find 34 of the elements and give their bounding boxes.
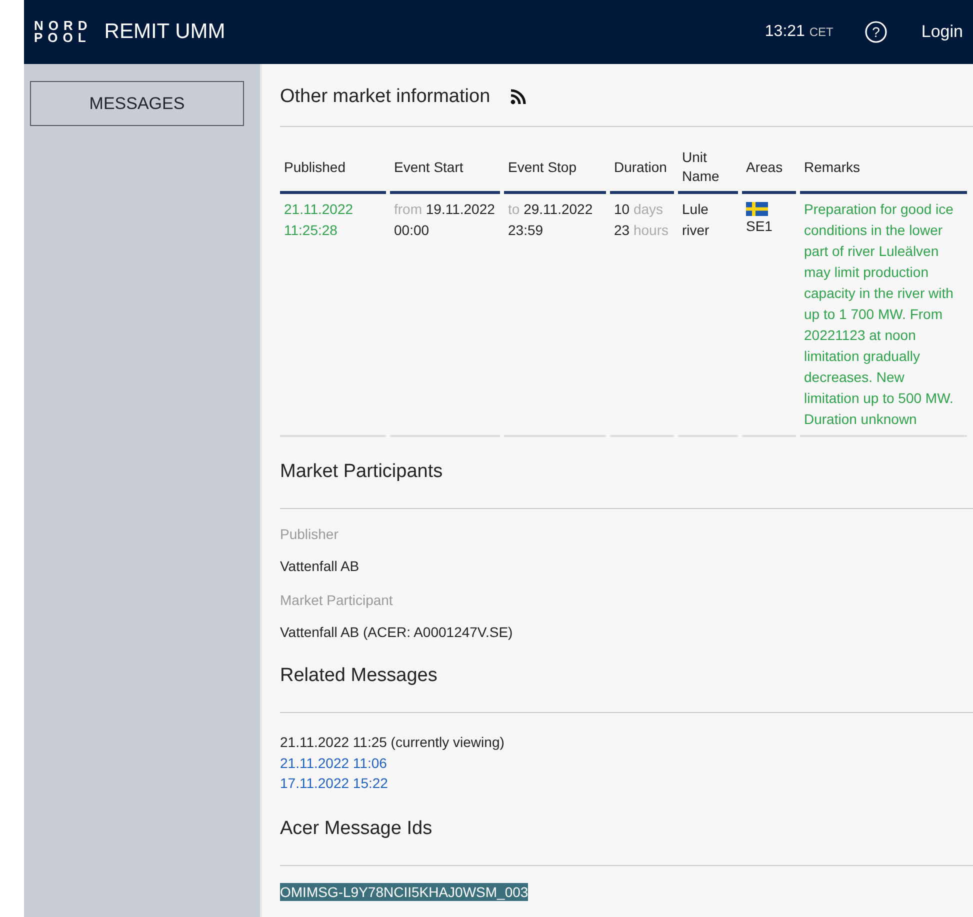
- field-value: Vattenfall AB (ACER: A0001247V.SE): [280, 623, 514, 641]
- rss-icon[interactable]: [510, 88, 526, 104]
- column-header: Areas: [742, 143, 796, 194]
- login-link[interactable]: Login: [921, 22, 963, 42]
- current-message: 21.11.2022 11:25 (currently viewing): [280, 733, 504, 752]
- table-cell: 21.11.2022 11:25:28: [280, 194, 386, 437]
- column-header: Unit Name: [678, 143, 738, 194]
- section-heading: Market Participants: [280, 460, 444, 484]
- message-link[interactable]: 21.11.2022 11:06: [280, 752, 387, 773]
- section-heading: Related Messages: [280, 664, 438, 688]
- table-cell: from 19.11.2022 00:00: [390, 194, 500, 437]
- table-cell: 10 days 23 hours: [610, 194, 674, 437]
- logo: NORD POOL: [34, 20, 92, 44]
- column-header: Remarks: [800, 143, 967, 194]
- field-label: Market Participant: [280, 591, 394, 609]
- area-code: SE1: [746, 218, 772, 234]
- column-header: Published: [280, 143, 386, 194]
- table-cell: to 29.11.2022 23:59: [504, 194, 606, 437]
- section-heading: Acer Message Ids: [280, 816, 434, 840]
- flag-icon: [746, 202, 768, 216]
- nav-button[interactable]: MESSAGES: [30, 81, 244, 126]
- table-cell: Lule river: [678, 194, 738, 437]
- table-cell: Preparation for good ice conditions in the lower part of river Luleälven may limit production capacity in the river with up to 1 700 MW. From 20221123 at noon limitation gradually decreases. New limitation up to 500 MW. Duration unknown: [800, 194, 967, 437]
- message-id: OMIMSG-L9Y78NCII5KHAJ0WSM_003: [280, 882, 528, 900]
- column-header: Event Stop: [504, 143, 606, 194]
- column-header: Duration: [610, 143, 674, 194]
- field-value: Vattenfall AB: [280, 557, 360, 575]
- column-header: Event Start: [390, 143, 500, 194]
- page-title: Other market information: [280, 86, 490, 108]
- field-label: Publisher: [280, 525, 340, 543]
- help-icon[interactable]: ?: [865, 21, 888, 43]
- app-title: REMIT UMM: [104, 20, 226, 44]
- message-link[interactable]: 17.11.2022 15:22: [280, 773, 388, 794]
- clock-time: 13:21 CET: [764, 23, 834, 41]
